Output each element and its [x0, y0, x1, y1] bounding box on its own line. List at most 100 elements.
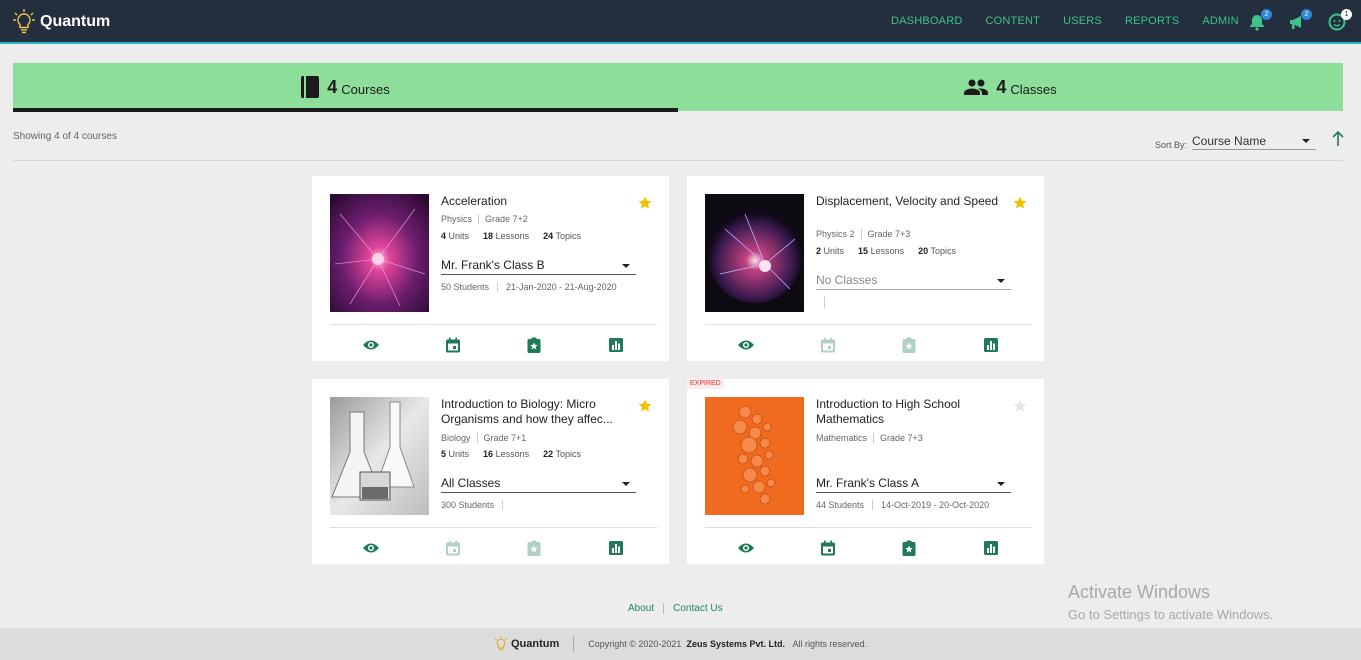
view-eye-icon[interactable] [362, 337, 379, 353]
report-chart-icon[interactable] [608, 540, 624, 556]
course-title[interactable]: Introduction to High School Mathematics [816, 397, 1016, 427]
about-link[interactable]: About [628, 603, 654, 614]
nav-content[interactable]: CONTENT [985, 15, 1040, 27]
class-select[interactable]: Mr. Frank's Class B [441, 258, 636, 275]
view-tabs: 4 Courses 4 Classes [13, 63, 1343, 112]
course-card[interactable]: Acceleration Physics Grade 7+2 4 Units 18 … [312, 176, 669, 361]
course-title[interactable]: Displacement, Velocity and Speed [816, 194, 1016, 209]
star-icon[interactable] [1013, 399, 1027, 413]
courses-label: Courses [341, 81, 390, 97]
caret-down-icon [622, 482, 630, 486]
caret-down-icon [1302, 139, 1311, 143]
app-logo[interactable]: Quantum [13, 9, 110, 35]
class-select[interactable]: All Classes [441, 476, 636, 493]
course-subject: Physics 2 [816, 229, 855, 239]
announcement-megaphone-icon[interactable]: 2 [1288, 9, 1312, 31]
star-icon[interactable] [1013, 196, 1027, 210]
course-thumbnail [705, 194, 804, 312]
calendar-icon[interactable] [820, 540, 836, 556]
course-card[interactable]: Displacement, Velocity and Speed Physics… [687, 176, 1044, 361]
courses-count: 4 [327, 76, 338, 97]
topics-label: Topics [930, 246, 956, 256]
assignment-star-icon[interactable] [526, 337, 542, 353]
card-divider [330, 324, 657, 325]
app-name: Quantum [40, 13, 111, 30]
course-stats: 5 Units 16 Lessons 22 Topics [441, 449, 595, 459]
lessons-label: Lessons [495, 231, 530, 241]
topics-count: 22 [543, 449, 554, 459]
sort-control: Sort By: Course Name [1155, 134, 1317, 150]
view-eye-icon[interactable] [737, 337, 754, 353]
expired-badge: EXPIRED [687, 378, 724, 389]
class-select-value: Mr. Frank's Class A [816, 476, 919, 490]
course-subject: Physics [441, 214, 473, 224]
course-card[interactable]: Introduction to Biology: Micro Organisms… [312, 379, 669, 564]
page-footer: Quantum Copyright © 2020-2021 Zeus Syste… [0, 628, 1361, 660]
calendar-icon[interactable] [445, 337, 461, 353]
watermark-title: Activate Windows [1068, 582, 1211, 602]
nav-reports[interactable]: REPORTS [1125, 15, 1179, 27]
course-subject: Biology [441, 433, 471, 443]
student-count: 50 Students [441, 282, 490, 292]
card-actions [330, 540, 657, 556]
topics-count: 20 [918, 246, 929, 256]
assignment-star-icon [527, 540, 541, 556]
card-actions [705, 337, 1032, 353]
course-thumbnail [330, 194, 429, 312]
course-grade: Grade 7+1 [483, 433, 527, 443]
profile-icon[interactable]: 1 [1328, 9, 1352, 31]
nav-admin[interactable]: ADMIN [1202, 15, 1238, 27]
copyright-years: Copyright © 2020-2021 [588, 639, 682, 649]
sort-select[interactable]: Course Name [1192, 134, 1317, 150]
course-grade: Grade 7+2 [485, 214, 528, 224]
report-chart-icon[interactable] [983, 337, 999, 353]
book-icon [301, 76, 320, 98]
notification-bell-icon[interactable]: 2 [1248, 9, 1272, 31]
course-title[interactable]: Introduction to Biology: Micro Organisms… [441, 397, 641, 427]
profile-badge: 1 [1341, 9, 1352, 20]
sort-ascending-arrow-icon[interactable] [1331, 131, 1345, 147]
course-card[interactable]: EXPIRED Introduction to High School Math… [687, 378, 1044, 564]
calendar-icon [445, 540, 460, 556]
assignment-star-icon[interactable] [901, 540, 917, 556]
activate-windows-watermark: Activate Windows Go to Settings to activ… [1068, 582, 1273, 622]
caret-down-icon [997, 482, 1005, 486]
nav-users[interactable]: USERS [1063, 15, 1102, 27]
footer-brand: Quantum [510, 638, 560, 650]
class-info [816, 296, 833, 308]
units-count: 5 [441, 449, 447, 459]
course-stats: 4 Units 18 Lessons 24 Topics [441, 231, 595, 241]
top-navbar: Quantum DASHBOARD CONTENT USERS REPORTS … [0, 0, 1361, 44]
course-stats: 2 Units 15 Lessons 20 Topics [816, 246, 970, 256]
course-title[interactable]: Acceleration [441, 194, 641, 209]
nav-icon-group: 2 2 1 [1248, 9, 1352, 31]
report-chart-icon[interactable] [608, 337, 624, 353]
units-label: Units [448, 449, 470, 459]
copyright-text: Copyright © 2020-2021 Zeus Systems Pvt. … [588, 639, 867, 649]
course-meta: Physics 2 Grade 7+3 [816, 229, 910, 239]
view-eye-icon[interactable] [737, 540, 754, 556]
class-select-value: No Classes [816, 273, 878, 287]
star-icon[interactable] [638, 196, 652, 210]
tab-classes[interactable]: 4 Classes [678, 63, 1343, 111]
contact-us-link[interactable]: Contact Us [673, 603, 722, 614]
tab-courses[interactable]: 4 Courses [13, 63, 678, 112]
topics-label: Topics [555, 231, 581, 241]
card-divider [330, 527, 657, 528]
course-grade: Grade 7+3 [880, 433, 923, 443]
star-icon[interactable] [638, 399, 652, 413]
list-divider [13, 160, 1343, 161]
class-select[interactable]: No Classes [816, 273, 1011, 290]
course-subject: Mathematics [816, 433, 868, 443]
class-select[interactable]: Mr. Frank's Class A [816, 476, 1011, 493]
view-eye-icon[interactable] [362, 540, 379, 556]
nav-dashboard[interactable]: DASHBOARD [891, 15, 962, 27]
class-info: 44 Students 14-Oct-2019 - 20-Oct-2020 [816, 500, 989, 510]
caret-down-icon [997, 279, 1005, 283]
class-dates: 21-Jan-2020 - 21-Aug-2020 [506, 282, 617, 292]
notification-badge: 2 [1261, 9, 1272, 20]
report-chart-icon[interactable] [983, 540, 999, 556]
card-actions [330, 337, 657, 353]
units-label: Units [448, 231, 470, 241]
lessons-count: 16 [483, 449, 494, 459]
